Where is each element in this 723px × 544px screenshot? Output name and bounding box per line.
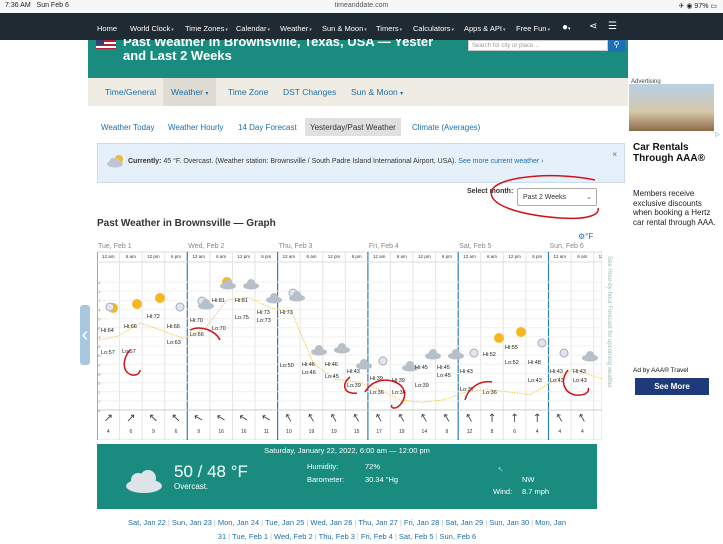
detail-temperature: 50 / 48 °F (174, 462, 248, 481)
advertisement: Advertising ▷ Car Rentals Through AAA® M… (628, 79, 723, 409)
separator: | (354, 518, 357, 527)
separator: | (261, 518, 264, 527)
ad-sponsor: Ad by AAA® Travel (633, 367, 689, 374)
humidity-value: 72% (365, 462, 381, 471)
date-link[interactable]: Mon, Jan (535, 518, 566, 527)
date-link[interactable]: Sun, Feb 6 (439, 532, 476, 541)
date-link[interactable]: Thu, Feb 3 (319, 532, 355, 541)
separator: | (435, 532, 438, 541)
wind-value: 8.7 mph (522, 487, 550, 496)
ad-image[interactable] (629, 84, 714, 131)
date-link[interactable]: Tue, Feb 1 (232, 532, 268, 541)
date-link[interactable]: Wed, Feb 2 (274, 532, 313, 541)
date-link[interactable]: Sun, Jan 23 (172, 518, 212, 527)
date-link[interactable]: Wed, Jan 26 (310, 518, 352, 527)
separator: | (399, 518, 402, 527)
separator: | (306, 518, 309, 527)
detail-date: Saturday, January 22, 2022, 6:00 am — 12… (264, 446, 430, 455)
date-link[interactable]: Sun, Jan 30 (489, 518, 529, 527)
separator: | (441, 518, 444, 527)
date-link[interactable]: 31 (218, 532, 226, 541)
barometer-value: 30.34 "Hg (365, 475, 399, 484)
ad-headline[interactable]: Car Rentals Through AAA® (633, 142, 721, 164)
wind-direction: NW (522, 475, 535, 484)
date-links: Sat, Jan 22 | Sun, Jan 23 | Mon, Jan 24 | Tue,… (97, 516, 597, 544)
separator: | (228, 532, 231, 541)
date-link[interactable]: Sat, Jan 29 (445, 518, 483, 527)
barometer-label: Barometer: (307, 475, 345, 484)
selected-period-details: Saturday, January 22, 2022, 6:00 am — 12… (97, 444, 597, 509)
date-link[interactable]: Sat, Jan 22 (128, 518, 166, 527)
date-link[interactable]: Fri, Jan 28 (404, 518, 439, 527)
separator: | (485, 518, 488, 527)
separator: | (213, 518, 216, 527)
separator: | (531, 518, 534, 527)
overcast-cloud-icon (126, 470, 162, 493)
date-link[interactable]: Tue, Jan 25 (265, 518, 304, 527)
date-link[interactable]: Sat, Feb 5 (399, 532, 434, 541)
ad-info-icon[interactable]: ▷ (715, 131, 720, 138)
date-link[interactable]: Thu, Jan 27 (358, 518, 398, 527)
detail-condition: Overcast. (174, 482, 209, 491)
separator: | (394, 532, 397, 541)
see-more-button[interactable]: See More (635, 378, 709, 395)
wind-direction-arrow-icon: ↑ (495, 463, 506, 475)
separator: | (314, 532, 317, 541)
separator: | (167, 518, 170, 527)
date-link[interactable]: Fri, Feb 4 (361, 532, 393, 541)
separator: | (356, 532, 359, 541)
ad-body: Members receive exclusive discounts when… (633, 189, 716, 227)
separator: | (270, 532, 273, 541)
date-link[interactable]: Mon, Jan 24 (218, 518, 259, 527)
humidity-label: Humidity: (307, 462, 339, 471)
wind-label: Wind: (493, 487, 513, 496)
